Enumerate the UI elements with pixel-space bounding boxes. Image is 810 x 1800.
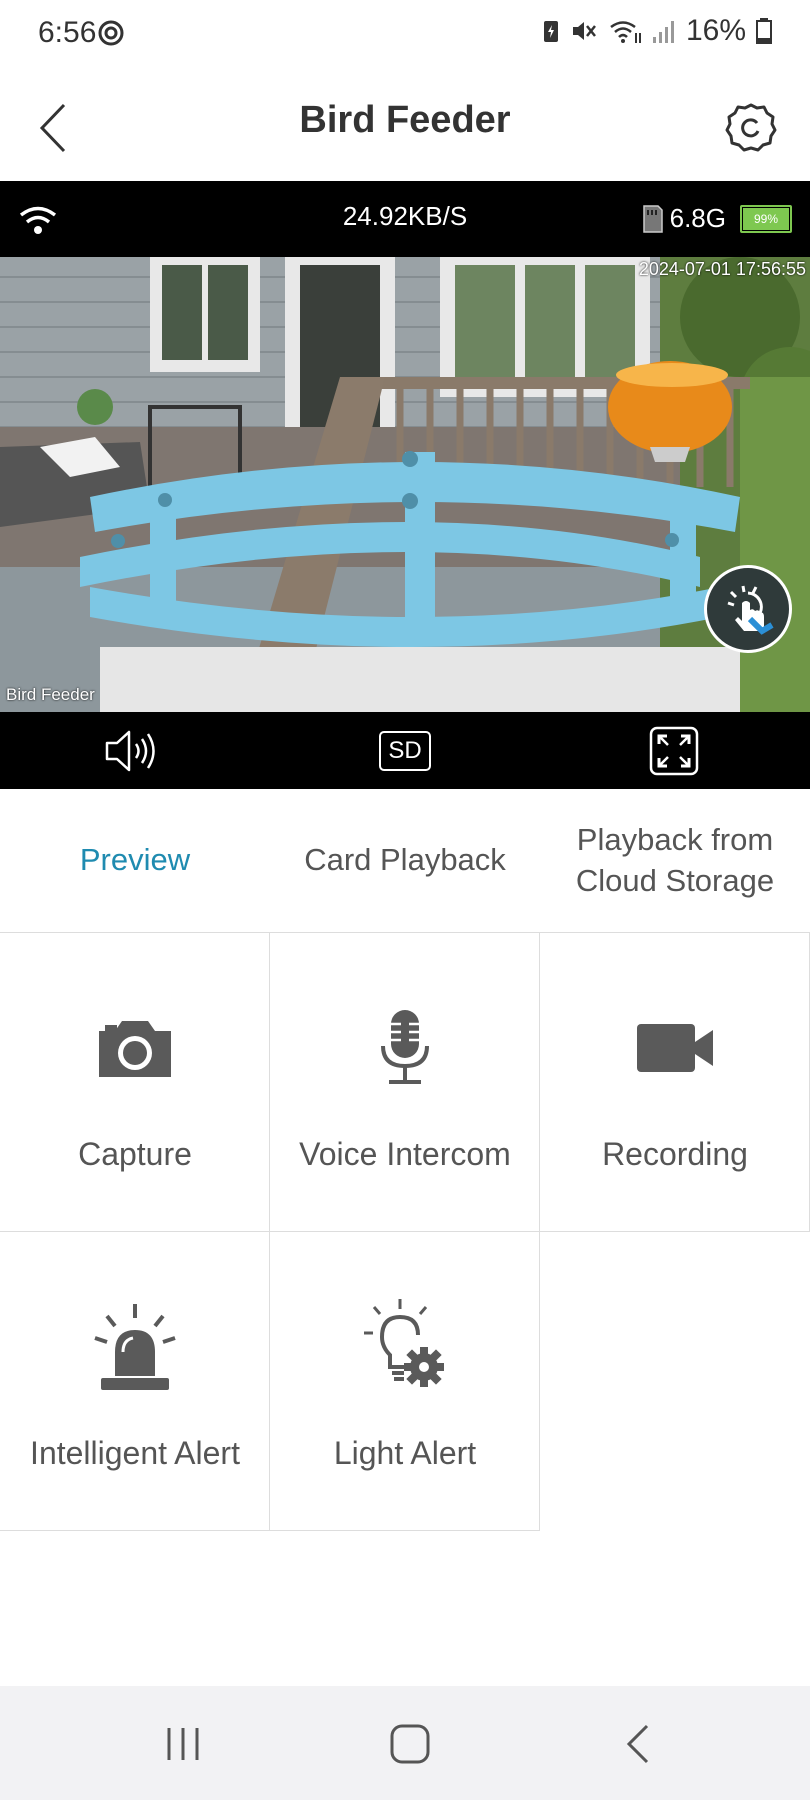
microphone-icon [381,1010,429,1084]
tap-gesture-icon [727,585,774,635]
video-timestamp: 2024-07-01 17:56:55 [638,259,806,279]
touch-control-button[interactable] [704,565,792,653]
video-quality-button[interactable]: SD [375,723,435,778]
home-icon [390,1724,430,1764]
battery-icon [756,18,772,44]
wifi-icon [610,21,641,43]
notification-icon [98,20,124,46]
fullscreen-icon [649,726,699,775]
recording-button[interactable]: Recording [540,933,810,1232]
sound-toggle-button[interactable] [104,723,164,778]
sd-card-icon [642,204,663,233]
camera-battery-level: 99% [753,211,779,226]
live-video-feed[interactable]: 2024-07-01 17:56:55 Bird Feeder [0,257,810,712]
recording-label: Recording [602,1136,748,1172]
fullscreen-button[interactable] [644,723,704,778]
intelligent-alert-button[interactable]: Intelligent Alert [0,1232,270,1531]
siren-icon [94,1304,176,1390]
app-header: Bird Feeder [0,75,810,181]
lightbulb-gear-icon [364,1299,444,1387]
home-button[interactable] [380,1714,440,1774]
camera-scene-image [0,257,810,712]
light-alert-button[interactable]: Light Alert [270,1232,540,1531]
chevron-left-icon [39,103,66,153]
speaker-icon [105,730,155,771]
battery-percentage: 16% [685,14,746,47]
status-icons: 16% [542,14,772,48]
signal-icon [652,21,674,43]
camera-icon [99,1021,171,1077]
capture-label: Capture [78,1136,192,1172]
voice-intercom-label: Voice Intercom [299,1136,511,1172]
video-status-bar: 24.92KB/S 6.8G 99% [0,181,810,257]
voice-intercom-button[interactable]: Voice Intercom [270,933,540,1232]
tab-cloud-playback-label: Playback from Cloud Storage [575,822,775,898]
intelligent-alert-label: Intelligent Alert [30,1435,240,1471]
video-camera-icon [637,1024,713,1072]
camera-name-overlay: Bird Feeder [6,685,95,704]
tab-card-playback[interactable]: Card Playback [270,789,540,932]
video-controls: SD [0,712,810,789]
tab-preview[interactable]: Preview [0,789,270,932]
system-navigation-bar [0,1686,810,1800]
recent-apps-button[interactable] [153,1714,213,1774]
mute-icon [572,22,596,40]
camera-battery-icon: 99% [740,204,792,233]
battery-saver-icon [543,21,558,42]
storage-info: 6.8G 99% [640,203,792,234]
light-alert-label: Light Alert [333,1435,477,1471]
storage-remaining: 6.8G [669,203,726,233]
chevron-left-icon [626,1724,649,1764]
system-back-button[interactable] [608,1714,668,1774]
capture-button[interactable]: Capture [0,933,270,1232]
back-button[interactable] [28,93,78,163]
status-time: 6:56 [38,16,97,49]
quality-label: SD [379,730,431,771]
mode-tabs: Preview Card Playback Playback from Clou… [0,789,810,933]
gear-icon [725,103,777,152]
status-bar: 6:56 16% [0,0,810,75]
settings-button[interactable] [720,93,782,163]
page-title: Bird Feeder [299,99,511,141]
recents-icon [167,1728,199,1760]
tab-cloud-playback[interactable]: Playback from Cloud Storage [540,789,810,932]
